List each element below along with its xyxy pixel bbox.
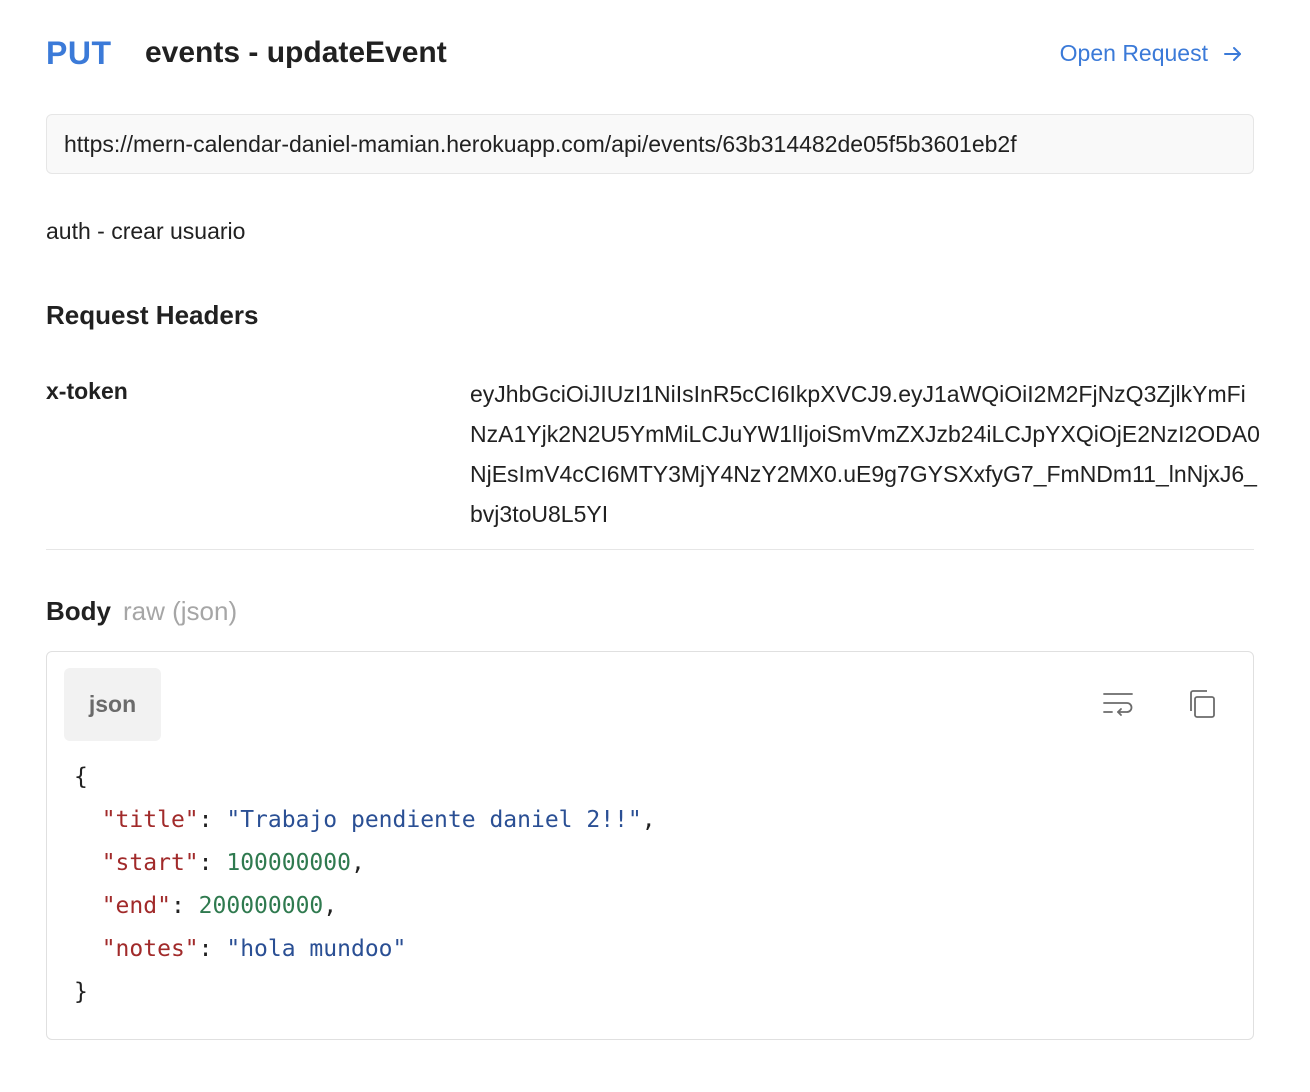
header-key: x-token [46, 378, 128, 404]
open-request-link[interactable]: Open Request [1060, 40, 1244, 67]
http-method-label: PUT [46, 35, 112, 71]
body-mode-label: raw (json) [123, 596, 238, 626]
header-row: x-token eyJhbGciOiJIUzI1NiIsInR5cCI6IkpX… [46, 374, 1260, 550]
json-trailing-comma: , [350, 850, 365, 876]
wrap-text-button[interactable] [1100, 686, 1136, 722]
json-trailing-comma: , [641, 807, 656, 833]
json-key: "notes" [101, 936, 199, 962]
code-line: "start": 100000000, [101, 850, 365, 876]
request-headers-title: Request Headers [46, 300, 259, 330]
json-value: "hola mundoo" [226, 936, 407, 962]
json-value: 100000000 [226, 850, 351, 876]
request-url-field[interactable]: https://mern-calendar-daniel-mamian.hero… [46, 114, 1254, 174]
json-key: "start" [101, 850, 199, 876]
code-line: "end": 200000000, [101, 893, 338, 919]
copy-icon [1190, 690, 1215, 718]
json-value: "Trabajo pendiente daniel 2!!" [226, 807, 642, 833]
copy-button[interactable] [1184, 686, 1220, 722]
json-key: "end" [101, 893, 171, 919]
code-line-close: } [74, 979, 88, 1005]
json-value: 200000000 [198, 893, 324, 919]
request-description: auth - crear usuario [46, 218, 246, 244]
body-title: Body raw (json) [46, 596, 237, 627]
open-request-label: Open Request [1059, 40, 1208, 66]
code-line: "notes": "hola mundoo" [101, 936, 407, 962]
code-block: json { "title": "Trabajo pendiente danie… [46, 651, 1254, 1040]
language-selector[interactable]: json [64, 668, 161, 741]
text-wrap-icon [1103, 693, 1133, 716]
code-line: "title": "Trabajo pendiente daniel 2!!", [101, 807, 656, 833]
request-header: PUT events - updateEvent Open Request [46, 30, 1254, 80]
json-code: { "title": "Trabajo pendiente daniel 2!!… [74, 756, 656, 1014]
request-documentation-page: PUT events - updateEvent Open Request ht… [0, 0, 1310, 1092]
arrow-right-icon [1224, 46, 1241, 61]
code-line-open: { [74, 764, 88, 790]
body-title-label: Body [46, 596, 111, 626]
json-key: "title" [101, 807, 199, 833]
request-title: events - updateEvent [145, 36, 447, 69]
header-value: eyJhbGciOiJIUzI1NiIsInR5cCI6IkpXVCJ9.eyJ… [470, 381, 1260, 527]
json-trailing-comma: , [323, 893, 338, 919]
